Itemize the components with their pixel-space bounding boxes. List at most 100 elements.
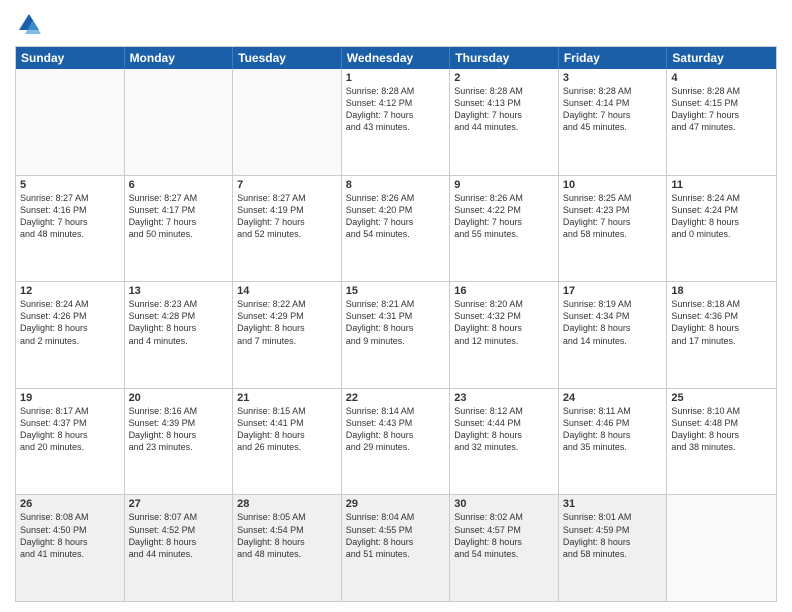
day-number: 1 <box>346 72 446 84</box>
cell-info: Sunrise: 8:28 AMSunset: 4:14 PMDaylight:… <box>563 85 663 134</box>
calendar-cell: 26Sunrise: 8:08 AMSunset: 4:50 PMDayligh… <box>16 495 125 601</box>
calendar-cell: 2Sunrise: 8:28 AMSunset: 4:13 PMDaylight… <box>450 69 559 175</box>
calendar-cell: 6Sunrise: 8:27 AMSunset: 4:17 PMDaylight… <box>125 176 234 282</box>
cell-info: Sunrise: 8:27 AMSunset: 4:16 PMDaylight:… <box>20 192 120 241</box>
logo <box>15 10 47 38</box>
day-number: 4 <box>671 72 772 84</box>
day-number: 6 <box>129 179 229 191</box>
calendar-cell: 8Sunrise: 8:26 AMSunset: 4:20 PMDaylight… <box>342 176 451 282</box>
cell-info: Sunrise: 8:22 AMSunset: 4:29 PMDaylight:… <box>237 298 337 347</box>
calendar-cell: 3Sunrise: 8:28 AMSunset: 4:14 PMDaylight… <box>559 69 668 175</box>
cell-info: Sunrise: 8:05 AMSunset: 4:54 PMDaylight:… <box>237 511 337 560</box>
day-number: 30 <box>454 498 554 510</box>
cell-info: Sunrise: 8:19 AMSunset: 4:34 PMDaylight:… <box>563 298 663 347</box>
calendar-cell: 24Sunrise: 8:11 AMSunset: 4:46 PMDayligh… <box>559 389 668 495</box>
calendar-cell: 14Sunrise: 8:22 AMSunset: 4:29 PMDayligh… <box>233 282 342 388</box>
header-day-saturday: Saturday <box>667 47 776 69</box>
cell-info: Sunrise: 8:20 AMSunset: 4:32 PMDaylight:… <box>454 298 554 347</box>
cell-info: Sunrise: 8:10 AMSunset: 4:48 PMDaylight:… <box>671 405 772 454</box>
cell-info: Sunrise: 8:16 AMSunset: 4:39 PMDaylight:… <box>129 405 229 454</box>
day-number: 25 <box>671 392 772 404</box>
cell-info: Sunrise: 8:24 AMSunset: 4:26 PMDaylight:… <box>20 298 120 347</box>
cell-info: Sunrise: 8:11 AMSunset: 4:46 PMDaylight:… <box>563 405 663 454</box>
calendar-cell: 30Sunrise: 8:02 AMSunset: 4:57 PMDayligh… <box>450 495 559 601</box>
day-number: 16 <box>454 285 554 297</box>
logo-icon <box>15 10 43 38</box>
calendar-row-3: 19Sunrise: 8:17 AMSunset: 4:37 PMDayligh… <box>16 388 776 495</box>
day-number: 31 <box>563 498 663 510</box>
page: SundayMondayTuesdayWednesdayThursdayFrid… <box>0 0 792 612</box>
calendar-row-2: 12Sunrise: 8:24 AMSunset: 4:26 PMDayligh… <box>16 281 776 388</box>
day-number: 15 <box>346 285 446 297</box>
calendar-cell: 12Sunrise: 8:24 AMSunset: 4:26 PMDayligh… <box>16 282 125 388</box>
header-day-thursday: Thursday <box>450 47 559 69</box>
day-number: 7 <box>237 179 337 191</box>
day-number: 24 <box>563 392 663 404</box>
calendar-cell: 23Sunrise: 8:12 AMSunset: 4:44 PMDayligh… <box>450 389 559 495</box>
day-number: 28 <box>237 498 337 510</box>
header <box>15 10 777 38</box>
day-number: 5 <box>20 179 120 191</box>
calendar-cell: 11Sunrise: 8:24 AMSunset: 4:24 PMDayligh… <box>667 176 776 282</box>
cell-info: Sunrise: 8:04 AMSunset: 4:55 PMDaylight:… <box>346 511 446 560</box>
calendar-cell: 21Sunrise: 8:15 AMSunset: 4:41 PMDayligh… <box>233 389 342 495</box>
cell-info: Sunrise: 8:14 AMSunset: 4:43 PMDaylight:… <box>346 405 446 454</box>
day-number: 29 <box>346 498 446 510</box>
cell-info: Sunrise: 8:12 AMSunset: 4:44 PMDaylight:… <box>454 405 554 454</box>
calendar-cell <box>667 495 776 601</box>
cell-info: Sunrise: 8:21 AMSunset: 4:31 PMDaylight:… <box>346 298 446 347</box>
calendar-cell <box>16 69 125 175</box>
header-day-monday: Monday <box>125 47 234 69</box>
calendar-cell <box>233 69 342 175</box>
header-day-wednesday: Wednesday <box>342 47 451 69</box>
header-day-sunday: Sunday <box>16 47 125 69</box>
header-day-tuesday: Tuesday <box>233 47 342 69</box>
cell-info: Sunrise: 8:27 AMSunset: 4:17 PMDaylight:… <box>129 192 229 241</box>
cell-info: Sunrise: 8:27 AMSunset: 4:19 PMDaylight:… <box>237 192 337 241</box>
day-number: 21 <box>237 392 337 404</box>
cell-info: Sunrise: 8:28 AMSunset: 4:15 PMDaylight:… <box>671 85 772 134</box>
calendar-cell: 9Sunrise: 8:26 AMSunset: 4:22 PMDaylight… <box>450 176 559 282</box>
calendar-cell: 28Sunrise: 8:05 AMSunset: 4:54 PMDayligh… <box>233 495 342 601</box>
day-number: 23 <box>454 392 554 404</box>
cell-info: Sunrise: 8:28 AMSunset: 4:13 PMDaylight:… <box>454 85 554 134</box>
calendar-cell: 27Sunrise: 8:07 AMSunset: 4:52 PMDayligh… <box>125 495 234 601</box>
cell-info: Sunrise: 8:26 AMSunset: 4:20 PMDaylight:… <box>346 192 446 241</box>
calendar-cell: 29Sunrise: 8:04 AMSunset: 4:55 PMDayligh… <box>342 495 451 601</box>
calendar-cell: 20Sunrise: 8:16 AMSunset: 4:39 PMDayligh… <box>125 389 234 495</box>
calendar-cell: 19Sunrise: 8:17 AMSunset: 4:37 PMDayligh… <box>16 389 125 495</box>
day-number: 8 <box>346 179 446 191</box>
calendar-cell: 22Sunrise: 8:14 AMSunset: 4:43 PMDayligh… <box>342 389 451 495</box>
calendar-cell: 16Sunrise: 8:20 AMSunset: 4:32 PMDayligh… <box>450 282 559 388</box>
day-number: 3 <box>563 72 663 84</box>
calendar-body: 1Sunrise: 8:28 AMSunset: 4:12 PMDaylight… <box>16 69 776 601</box>
cell-info: Sunrise: 8:08 AMSunset: 4:50 PMDaylight:… <box>20 511 120 560</box>
calendar-cell: 17Sunrise: 8:19 AMSunset: 4:34 PMDayligh… <box>559 282 668 388</box>
calendar-cell: 5Sunrise: 8:27 AMSunset: 4:16 PMDaylight… <box>16 176 125 282</box>
day-number: 2 <box>454 72 554 84</box>
calendar: SundayMondayTuesdayWednesdayThursdayFrid… <box>15 46 777 602</box>
day-number: 26 <box>20 498 120 510</box>
header-day-friday: Friday <box>559 47 668 69</box>
calendar-cell: 10Sunrise: 8:25 AMSunset: 4:23 PMDayligh… <box>559 176 668 282</box>
cell-info: Sunrise: 8:15 AMSunset: 4:41 PMDaylight:… <box>237 405 337 454</box>
cell-info: Sunrise: 8:02 AMSunset: 4:57 PMDaylight:… <box>454 511 554 560</box>
day-number: 12 <box>20 285 120 297</box>
cell-info: Sunrise: 8:18 AMSunset: 4:36 PMDaylight:… <box>671 298 772 347</box>
day-number: 13 <box>129 285 229 297</box>
calendar-cell: 15Sunrise: 8:21 AMSunset: 4:31 PMDayligh… <box>342 282 451 388</box>
calendar-row-0: 1Sunrise: 8:28 AMSunset: 4:12 PMDaylight… <box>16 69 776 175</box>
cell-info: Sunrise: 8:23 AMSunset: 4:28 PMDaylight:… <box>129 298 229 347</box>
calendar-cell: 31Sunrise: 8:01 AMSunset: 4:59 PMDayligh… <box>559 495 668 601</box>
calendar-cell: 4Sunrise: 8:28 AMSunset: 4:15 PMDaylight… <box>667 69 776 175</box>
day-number: 22 <box>346 392 446 404</box>
day-number: 14 <box>237 285 337 297</box>
cell-info: Sunrise: 8:07 AMSunset: 4:52 PMDaylight:… <box>129 511 229 560</box>
calendar-cell: 13Sunrise: 8:23 AMSunset: 4:28 PMDayligh… <box>125 282 234 388</box>
calendar-row-4: 26Sunrise: 8:08 AMSunset: 4:50 PMDayligh… <box>16 494 776 601</box>
cell-info: Sunrise: 8:17 AMSunset: 4:37 PMDaylight:… <box>20 405 120 454</box>
day-number: 18 <box>671 285 772 297</box>
cell-info: Sunrise: 8:01 AMSunset: 4:59 PMDaylight:… <box>563 511 663 560</box>
calendar-cell: 1Sunrise: 8:28 AMSunset: 4:12 PMDaylight… <box>342 69 451 175</box>
calendar-cell: 25Sunrise: 8:10 AMSunset: 4:48 PMDayligh… <box>667 389 776 495</box>
